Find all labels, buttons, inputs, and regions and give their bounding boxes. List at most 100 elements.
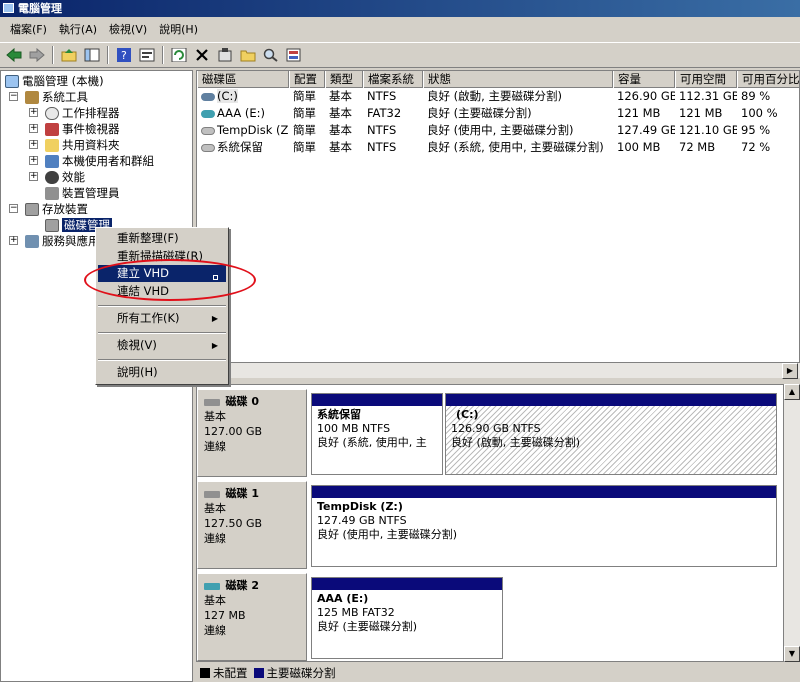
cell-capacity: 121 MB xyxy=(617,106,661,120)
table-row[interactable]: TempDisk (Z:) 簡單 基本 NTFS 良好 (使用中, 主要磁碟分割… xyxy=(197,122,799,139)
help-icon[interactable]: ? xyxy=(114,45,134,65)
col-filesystem[interactable]: 檔案系統 xyxy=(363,71,423,88)
menu-file[interactable]: 檔案(F) xyxy=(4,20,53,40)
col-type[interactable]: 類型 xyxy=(325,71,363,88)
disk-icon xyxy=(204,490,220,498)
disk-name: 磁碟 1 xyxy=(225,487,259,500)
up-folder-icon[interactable] xyxy=(59,45,79,65)
forward-icon[interactable] xyxy=(27,45,47,65)
tree-item-system-tools[interactable]: 系統工具 xyxy=(25,89,88,105)
expand-toggle[interactable]: + xyxy=(29,156,38,165)
services-icon xyxy=(25,235,39,248)
event-viewer-icon xyxy=(45,123,59,136)
cell-name: 系統保留 xyxy=(217,140,263,154)
tree-item-storage[interactable]: 存放裝置 xyxy=(25,201,88,217)
col-layout[interactable]: 配置 xyxy=(289,71,325,88)
table-row[interactable]: 系統保留 簡單 基本 NTFS 良好 (系統, 使用中, 主要磁碟分割) 100… xyxy=(197,139,799,156)
expand-toggle[interactable]: + xyxy=(29,124,38,133)
shared-folder-icon xyxy=(45,139,59,152)
cell-fs: NTFS xyxy=(367,123,397,137)
menu-view[interactable]: 檢視(V) xyxy=(103,20,153,40)
tree-item-event-viewer[interactable]: 事件檢視器 xyxy=(45,121,120,137)
tree-label: 裝置管理員 xyxy=(62,186,120,200)
menu-separator xyxy=(98,359,226,361)
partition-status: 良好 (主要磁碟分割) xyxy=(317,620,418,633)
open-icon[interactable] xyxy=(238,45,258,65)
disk-icon xyxy=(204,582,220,590)
col-free-space[interactable]: 可用空間 xyxy=(675,71,737,88)
partition-z[interactable]: TempDisk (Z:) 127.49 GB NTFS 良好 (使用中, 主要… xyxy=(311,485,777,567)
properties2-icon[interactable] xyxy=(215,45,235,65)
highlight-annotation xyxy=(84,259,256,301)
menu-action[interactable]: 執行(A) xyxy=(53,20,103,40)
cell-layout: 簡單 xyxy=(293,106,316,120)
scroll-down-icon[interactable]: ▼ xyxy=(784,646,800,662)
tree-item-local-users[interactable]: 本機使用者和群組 xyxy=(45,153,154,169)
legend-primary: 主要磁碟分割 xyxy=(253,665,336,681)
collapse-toggle[interactable]: − xyxy=(9,92,18,101)
cell-free: 72 MB xyxy=(679,140,716,154)
partition-c[interactable]: (C:) 126.90 GB NTFS 良好 (啟動, 主要磁碟分割) xyxy=(445,393,777,475)
delete-icon[interactable] xyxy=(192,45,212,65)
legend: 未配置 主要磁碟分割 xyxy=(196,663,800,682)
tree-item-root[interactable]: 電腦管理 (本機) xyxy=(5,73,104,89)
tree-item-device-manager[interactable]: 裝置管理員 xyxy=(45,185,120,201)
partition-e[interactable]: AAA (E:) 125 MB FAT32 良好 (主要磁碟分割) xyxy=(311,577,503,659)
cell-pct: 72 % xyxy=(741,140,771,154)
col-status[interactable]: 狀態 xyxy=(423,71,613,88)
expand-toggle[interactable]: + xyxy=(29,108,38,117)
export-icon[interactable] xyxy=(284,45,304,65)
submenu-arrow-icon: ▶ xyxy=(211,314,218,323)
cell-status: 良好 (使用中, 主要磁碟分割) xyxy=(427,123,574,137)
menu-item-refresh[interactable]: 重新整理(F) xyxy=(98,230,226,247)
menu-separator xyxy=(98,305,226,307)
menu-item-help[interactable]: 說明(H) xyxy=(98,364,226,381)
show-hide-tree-icon[interactable] xyxy=(82,45,102,65)
menu-bar: 檔案(F) 執行(A) 檢視(V) 說明(H) xyxy=(0,20,800,40)
menu-separator xyxy=(98,332,226,334)
disk-status: 連線 xyxy=(204,624,226,637)
tools-icon xyxy=(25,91,39,104)
horizontal-scrollbar[interactable]: ◀ ▶ xyxy=(196,362,800,379)
partition-system-reserved[interactable]: 系統保留 100 MB NTFS 良好 (系統, 使用中, 主 xyxy=(311,393,443,475)
col-percent-free[interactable]: 可用百分比 xyxy=(737,71,799,88)
expand-toggle[interactable]: + xyxy=(29,140,38,149)
toolbar: ? xyxy=(0,42,800,68)
disk-size: 127.00 GB xyxy=(204,425,263,438)
cell-status: 良好 (主要磁碟分割) xyxy=(427,106,532,120)
partition-name: (C:) xyxy=(456,408,479,421)
tree-item-shared-folders[interactable]: 共用資料夾 xyxy=(45,137,120,153)
table-row[interactable]: AAA (E:) 簡單 基本 FAT32 良好 (主要磁碟分割) 121 MB … xyxy=(197,105,799,122)
expand-toggle[interactable]: + xyxy=(9,236,18,245)
refresh-icon[interactable] xyxy=(169,45,189,65)
menu-item-all-tasks[interactable]: 所有工作(K) ▶ xyxy=(98,310,226,327)
users-icon xyxy=(45,155,59,168)
disk-2-label[interactable]: 磁碟 2 基本 127 MB 連線 xyxy=(197,573,307,661)
back-icon[interactable] xyxy=(4,45,24,65)
menu-item-view[interactable]: 檢視(V) ▶ xyxy=(98,337,226,354)
cell-pct: 95 % xyxy=(741,123,771,137)
scroll-right-icon[interactable]: ▶ xyxy=(782,363,798,379)
cell-type: 基本 xyxy=(329,89,352,103)
disk-size: 127.50 GB xyxy=(204,517,263,530)
disk-1-label[interactable]: 磁碟 1 基本 127.50 GB 連線 xyxy=(197,481,307,569)
partition-name: TempDisk (Z:) xyxy=(317,500,403,513)
cell-capacity: 100 MB xyxy=(617,140,661,154)
primary-partition-bar xyxy=(446,394,776,406)
cell-name: (C:) xyxy=(217,89,238,103)
search-icon[interactable] xyxy=(261,45,281,65)
table-row[interactable]: (C:) 簡單 基本 NTFS 良好 (啟動, 主要磁碟分割) 126.90 G… xyxy=(197,88,799,105)
menu-help[interactable]: 說明(H) xyxy=(153,20,204,40)
properties-icon[interactable] xyxy=(137,45,157,65)
collapse-toggle[interactable]: − xyxy=(9,204,18,213)
legend-unallocated: 未配置 xyxy=(200,665,248,681)
col-volume[interactable]: 磁碟區 xyxy=(197,71,289,88)
vertical-scrollbar[interactable]: ▲ ▼ xyxy=(783,384,800,662)
col-capacity[interactable]: 容量 xyxy=(613,71,675,88)
tree-item-services[interactable]: 服務與應用 xyxy=(25,233,100,249)
tree-item-task-scheduler[interactable]: 工作排程器 xyxy=(45,105,120,121)
tree-item-performance[interactable]: 效能 xyxy=(45,169,85,185)
disk-0-label[interactable]: 磁碟 0 基本 127.00 GB 連線 xyxy=(197,389,307,477)
scroll-up-icon[interactable]: ▲ xyxy=(784,384,800,400)
expand-toggle[interactable]: + xyxy=(29,172,38,181)
